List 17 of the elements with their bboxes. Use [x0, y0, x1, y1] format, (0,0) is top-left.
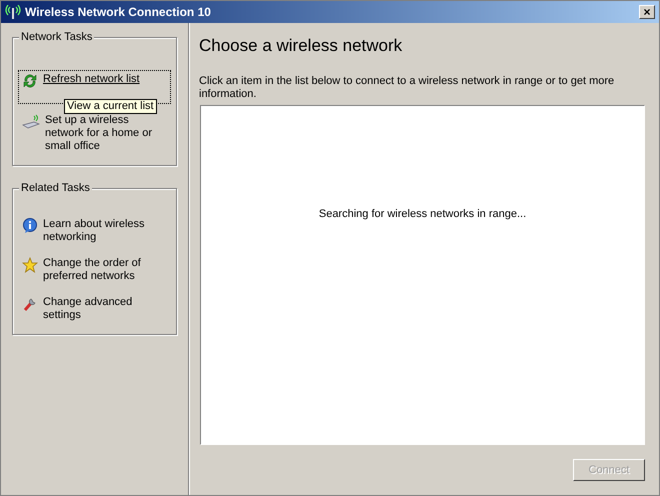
refresh-icon: [22, 73, 38, 89]
task-link[interactable]: Set up a wireless network for a home or small office: [19, 112, 170, 155]
task-link[interactable]: Learn about wireless networking: [19, 216, 170, 246]
page-heading: Choose a wireless network: [199, 35, 404, 57]
status-text: Searching for wireless networks in range...: [318, 207, 526, 220]
close-button[interactable]: ×: [639, 5, 655, 19]
tooltip: View a current list: [64, 99, 157, 114]
description-text: Click an item in the list below to connect to a wireless network in range or to get more information.: [199, 75, 616, 101]
network-list[interactable]: Searching for wireless networks in range...: [200, 105, 645, 445]
wireless-icon: [5, 5, 21, 19]
window-title: Wireless Network Connection 10: [25, 4, 212, 21]
task-link[interactable]: Change the order of preferred networks: [19, 255, 170, 285]
task-link[interactable]: Change advanced settings: [19, 294, 170, 324]
router-icon: [22, 114, 40, 130]
star-icon: [22, 257, 38, 273]
info-icon: [22, 218, 38, 234]
wrench-icon: [22, 296, 38, 312]
